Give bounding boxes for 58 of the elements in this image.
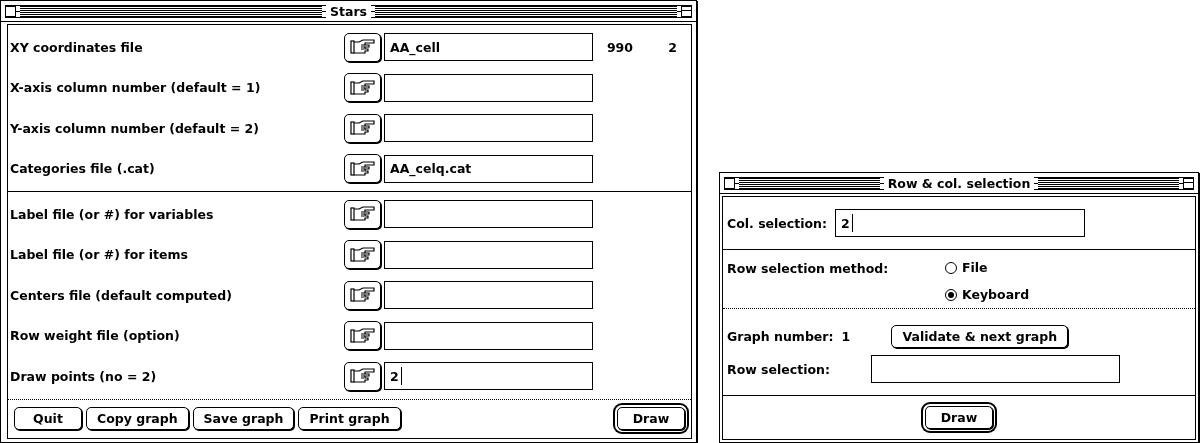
field-label: Row weight file (option) — [9, 328, 181, 344]
file-picker-button[interactable] — [344, 280, 381, 310]
file-picker-button[interactable] — [344, 199, 381, 229]
radio-option[interactable]: Keyboard — [945, 287, 1030, 302]
input-field[interactable] — [384, 321, 593, 350]
input-field[interactable] — [871, 355, 1120, 383]
field-label: XY coordinates file — [9, 39, 144, 55]
value-text: 2 — [667, 39, 677, 55]
push-button[interactable]: Save graph — [192, 407, 295, 431]
window-title: Stars — [326, 3, 371, 19]
zoom-box-icon[interactable] — [1183, 177, 1194, 189]
input-field[interactable]: 2 — [835, 209, 1085, 237]
pointing-hand-icon — [349, 39, 376, 56]
file-picker-button[interactable] — [344, 32, 381, 62]
pointing-hand-icon — [349, 206, 376, 223]
field-label: Label file (or #) for items — [9, 247, 189, 263]
input-field[interactable]: AA_celq.cat — [384, 154, 593, 183]
input-field[interactable] — [384, 73, 593, 102]
pointing-hand-icon — [349, 120, 376, 137]
input-field[interactable] — [384, 240, 593, 269]
push-button[interactable]: Quit — [14, 407, 82, 431]
close-box-icon[interactable] — [5, 5, 16, 17]
input-field[interactable]: 2 — [384, 362, 593, 391]
value-text: 990 — [605, 39, 633, 55]
field-label: Graph number: — [727, 328, 834, 344]
push-button[interactable]: Copy graph — [86, 407, 189, 431]
pointing-hand-icon — [349, 160, 376, 177]
file-picker-button[interactable] — [344, 73, 381, 103]
field-label: Row selection: — [727, 361, 831, 377]
pointing-hand-icon — [349, 79, 376, 96]
pointing-hand-icon — [349, 287, 376, 304]
file-picker-button[interactable] — [344, 361, 381, 391]
file-picker-button[interactable] — [344, 113, 381, 143]
value-text: 1 — [841, 328, 852, 344]
window-title: Row & col. selection — [883, 175, 1035, 191]
input-field[interactable] — [384, 200, 593, 229]
zoom-box-icon[interactable] — [681, 5, 692, 17]
field-label: Y-axis column number (default = 2) — [9, 120, 260, 136]
close-box-icon[interactable] — [724, 177, 735, 189]
input-field[interactable] — [384, 281, 593, 310]
push-button[interactable]: Validate & next graph — [891, 324, 1069, 348]
field-label: Row selection method: — [727, 260, 890, 276]
pointing-hand-icon — [349, 368, 376, 385]
field-label: Draw points (no = 2) — [9, 368, 158, 384]
input-field[interactable] — [384, 114, 593, 143]
field-label: Col. selection: — [727, 215, 827, 231]
pointing-hand-icon — [349, 327, 376, 344]
radio-option[interactable]: File — [945, 260, 988, 275]
push-button[interactable]: Print graph — [298, 407, 401, 431]
field-label: X-axis column number (default = 1) — [9, 80, 262, 96]
file-picker-button[interactable] — [344, 240, 381, 270]
file-picker-button[interactable] — [344, 154, 381, 184]
field-label: Centers file (default computed) — [9, 287, 233, 303]
field-label: Categories file (.cat) — [9, 161, 156, 177]
field-label: Label file (or #) for variables — [9, 206, 215, 222]
input-field[interactable]: AA_cell — [384, 33, 593, 62]
file-picker-button[interactable] — [344, 321, 381, 351]
pointing-hand-icon — [349, 246, 376, 263]
